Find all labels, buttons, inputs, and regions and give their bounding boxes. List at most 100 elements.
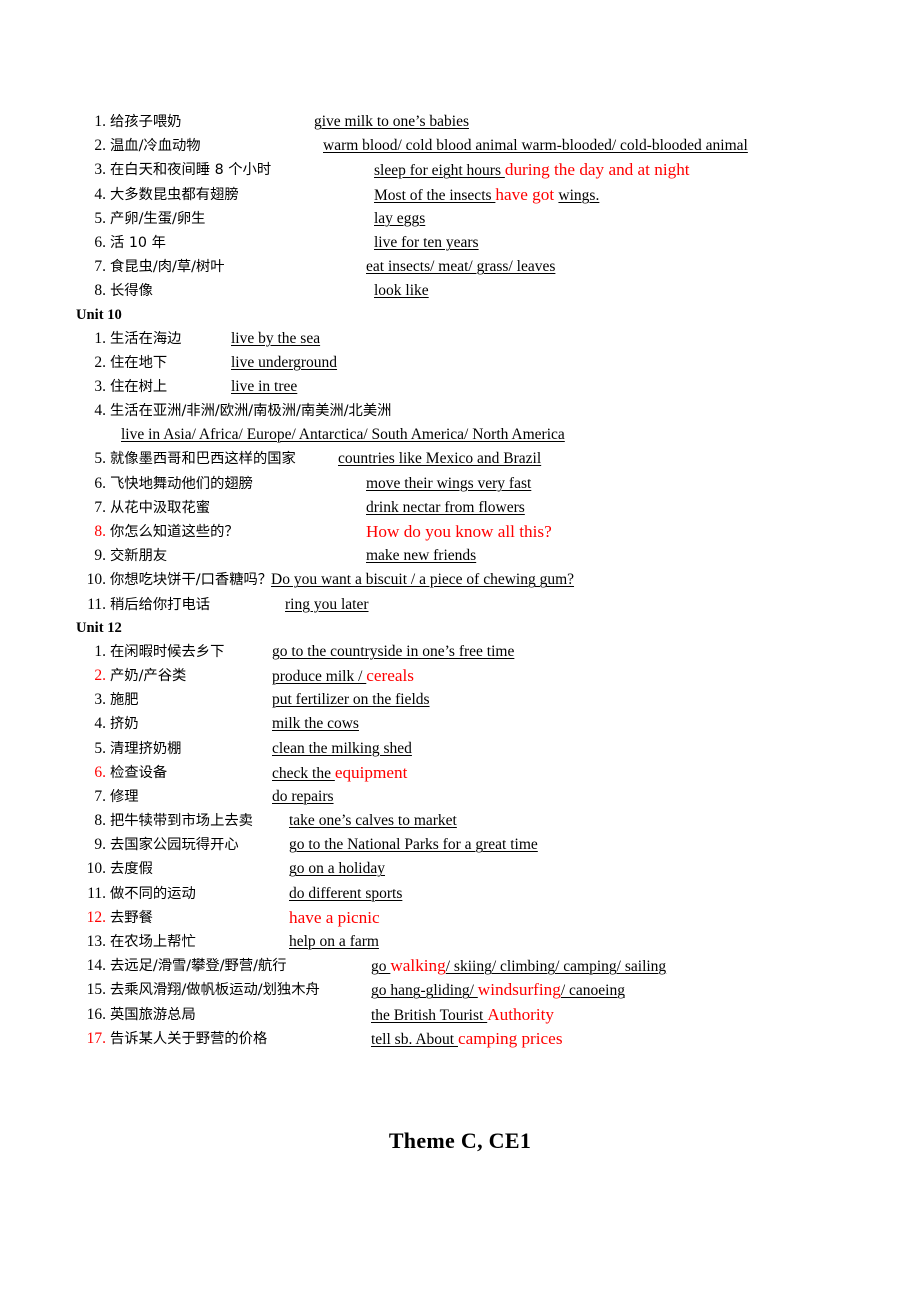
vocabulary-row: 9. 去国家公园玩得开心 go to the National Parks for … <box>76 833 856 857</box>
chinese-phrase: 修理 <box>110 788 139 805</box>
vocabulary-row: 7. 食昆虫/肉/草/树叶 eat insects/ meat/ grass/ le… <box>76 255 856 279</box>
item-number: 1. <box>94 113 106 130</box>
english-translation: produce milk / cereals <box>272 664 414 689</box>
plain-text: help on a farm <box>289 933 379 950</box>
english-translation: sleep for eight hours during the day and… <box>374 158 690 183</box>
chinese-phrase: 大多数昆虫都有翅膀 <box>110 186 239 203</box>
highlight-text: Authority <box>487 1004 555 1024</box>
item-number: 2. <box>94 353 106 371</box>
item-number: 10. <box>86 571 106 589</box>
vocabulary-row: 10. 去度假 go on a holiday <box>76 857 856 881</box>
highlight-text: windsurfing <box>477 980 561 1000</box>
plain-text: go hang-gliding/ <box>371 982 478 1000</box>
plain-text: / skiing/ climbing/ camping/ sailing <box>445 958 667 976</box>
vocabulary-row: 4. 生活在亚洲/非洲/欧洲/南极洲/南美洲/北美洲 <box>76 399 856 423</box>
english-translation: look like <box>374 279 429 303</box>
chinese-phrase: 英国旅游总局 <box>110 1006 196 1023</box>
vocabulary-row: 8. 把牛犊带到市场上去卖 take one’s calves to market <box>76 809 856 833</box>
plain-text: lay eggs <box>374 209 426 227</box>
vocabulary-row: 3. 施肥 put fertilizer on the fields <box>76 688 856 712</box>
item-number: 5. <box>94 739 106 757</box>
vocabulary-row: 16. 英国旅游总局 the British Tourist Authority <box>76 1003 856 1027</box>
english-translation: help on a farm <box>289 930 379 954</box>
chinese-phrase: 检查设备 <box>110 764 168 781</box>
item-number: 8. <box>94 523 106 540</box>
chinese-phrase: 活 10 年 <box>110 234 166 251</box>
chinese-phrase: 去国家公园玩得开心 <box>110 837 239 854</box>
chinese-phrase: 给孩子喂奶 <box>110 114 182 130</box>
highlight-text: equipment <box>334 762 408 782</box>
plain-text: go <box>371 958 391 976</box>
item-number: 13. <box>86 933 106 950</box>
item-number: 1. <box>94 329 106 347</box>
plain-text: warm blood/ cold blood animal warm-blood… <box>323 137 748 155</box>
english-translation: go hang-gliding/ windsurfing/ canoeing <box>371 978 625 1003</box>
plain-text: Do you want a biscuit / a piece of chewi… <box>271 571 575 589</box>
plain-text: tell sb. About <box>371 1030 458 1048</box>
chinese-phrase: 你想吃块饼干/口香糖吗？ <box>110 572 273 589</box>
english-translation: put fertilizer on the fields <box>272 688 430 712</box>
item-number: 15. <box>86 981 106 999</box>
item-number: 6. <box>94 474 106 492</box>
plain-text: go to the National Parks for a great tim… <box>289 836 538 854</box>
chinese-phrase: 从花中汲取花蜜 <box>110 499 211 516</box>
chinese-phrase: 施肥 <box>110 692 139 709</box>
english-translation: tell sb. About camping prices <box>371 1027 563 1052</box>
highlight-text: walking <box>390 956 446 976</box>
chinese-phrase: 长得像 <box>110 283 153 300</box>
english-translation: lay eggs <box>374 207 425 231</box>
chinese-phrase: 你怎么知道这些的？ <box>110 524 239 540</box>
item-number: 2. <box>94 666 106 684</box>
chinese-phrase: 产卵/生蛋/卵生 <box>110 210 206 227</box>
chinese-phrase: 告诉某人关于野营的价格 <box>110 1030 268 1047</box>
theme-title: Theme C, CE1 <box>388 1128 532 1153</box>
item-number: 6. <box>94 233 106 251</box>
english-translation: do different sports <box>289 882 402 906</box>
vocabulary-row: 6. 活 10 年 live for ten years <box>76 231 856 255</box>
chinese-phrase: 住在树上 <box>110 378 168 395</box>
highlight-text: cereals <box>366 665 414 685</box>
item-number: 3. <box>94 691 106 709</box>
item-number: 9. <box>94 836 106 854</box>
item-number: 4. <box>94 185 106 203</box>
vocabulary-row: 8. 长得像 look like <box>76 279 856 303</box>
english-translation: warm blood/ cold blood animal warm-blood… <box>323 134 748 158</box>
vocabulary-row: 4. 挤奶 milk the cows <box>76 712 856 736</box>
plain-text: ring you later <box>285 595 369 613</box>
vocabulary-row: 7. 从花中汲取花蜜 drink nectar from flowers <box>76 496 856 520</box>
english-translation: live in tree <box>231 375 297 399</box>
english-translation: live in Asia/ Africa/ Europe/ Antarctica… <box>121 423 565 447</box>
vocabulary-row: 1. 在闲暇时候去乡下 go to the countryside in one’s… <box>76 640 856 664</box>
vocabulary-row: 3. 住在树上 live in tree <box>76 375 856 399</box>
chinese-phrase: 清理挤奶棚 <box>110 740 182 757</box>
plain-text: / canoeing <box>560 982 625 1000</box>
item-number: 8. <box>94 282 106 300</box>
english-translation: do repairs <box>272 785 334 809</box>
chinese-phrase: 产奶/产谷类 <box>110 667 187 684</box>
highlight-text: have got <box>495 184 559 204</box>
plain-text: sleep for eight hours <box>374 162 505 180</box>
item-number: 7. <box>94 498 106 516</box>
item-number: 5. <box>94 209 106 227</box>
highlight-text: during the day and at night <box>504 160 690 180</box>
plain-text: clean the milking shed <box>272 739 412 757</box>
vocabulary-row: 6. 飞快地舞动他们的翅膀 move their wings very fast <box>76 472 856 496</box>
item-number: 3. <box>94 161 106 179</box>
plain-text: live in Asia/ Africa/ Europe/ Antarctica… <box>121 426 565 444</box>
plain-text: take one’s calves to market <box>289 812 457 830</box>
english-translation: live underground <box>231 351 337 375</box>
item-number: 17. <box>86 1029 106 1047</box>
item-number: 16. <box>86 1005 106 1023</box>
vocabulary-row: 9. 交新朋友 make new friends <box>76 544 856 568</box>
chinese-phrase: 在白天和夜间睡 8 个小时 <box>110 162 272 179</box>
vocabulary-row: 13. 在农场上帮忙 help on a farm <box>76 930 856 954</box>
item-number: 4. <box>94 402 106 420</box>
item-number: 8. <box>94 812 106 830</box>
item-number: 12. <box>86 908 106 926</box>
vocabulary-row: 7. 修理 do repairs <box>76 785 856 809</box>
chinese-phrase: 去度假 <box>110 861 153 878</box>
chinese-phrase: 住在地下 <box>110 354 168 371</box>
english-translation: eat insects/ meat/ grass/ leaves <box>366 255 555 279</box>
item-number: 2. <box>94 137 106 155</box>
chinese-phrase: 稍后给你打电话 <box>110 596 211 613</box>
